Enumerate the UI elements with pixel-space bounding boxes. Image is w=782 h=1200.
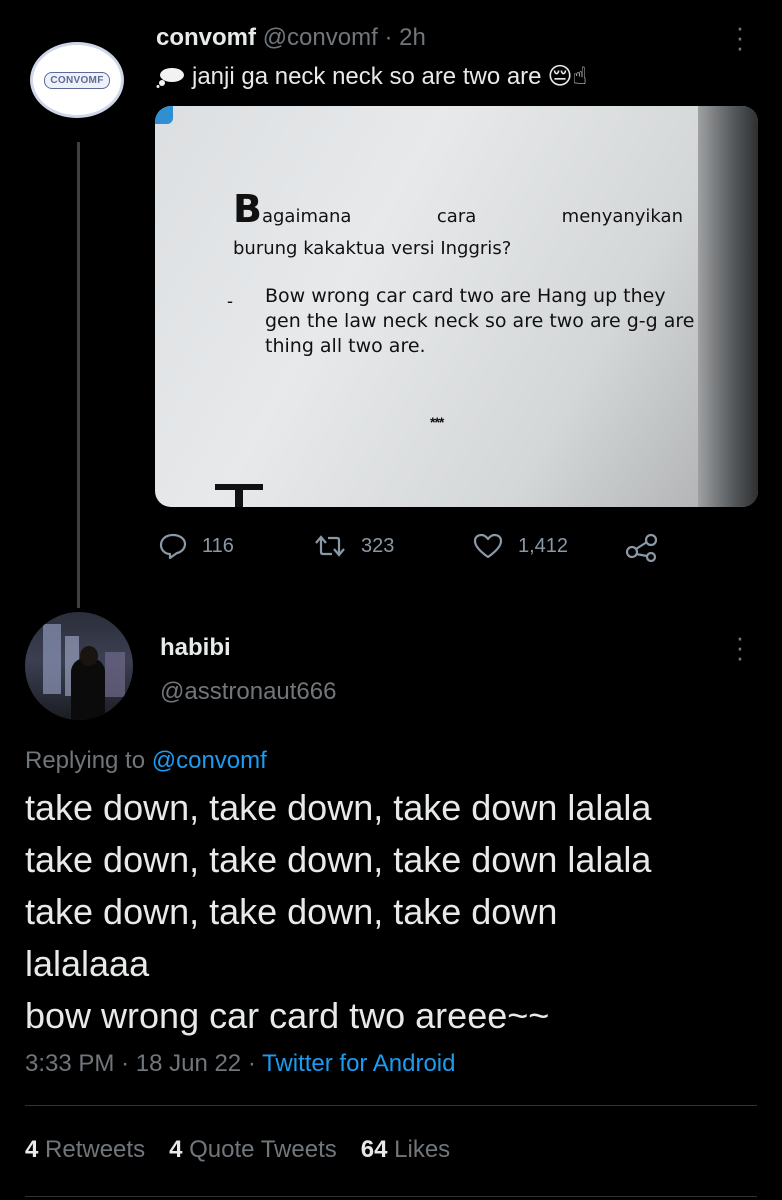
reply-text-line: take down, take down, take down lalala	[25, 787, 652, 828]
engagement-stats: 4 Retweets 4 Quote Tweets 64 Likes	[25, 1136, 450, 1164]
reply-count: 116	[202, 534, 234, 557]
book-heading-line2: burung kakaktua versi Inggris?	[233, 238, 512, 259]
parent-header: convomf @convomf · 2h	[156, 24, 426, 52]
replying-to-link[interactable]: @convomf	[152, 747, 267, 774]
book-heading-line1: Bagaimana cara menyanyikan	[233, 190, 683, 228]
like-count: 1,412	[518, 534, 569, 557]
quotes-label: Quote Tweets	[189, 1136, 337, 1163]
reply-text-line: lalalaaa	[25, 943, 150, 984]
tweet-time[interactable]: 3:33 PM	[25, 1050, 114, 1077]
reply-display-name[interactable]: habibi	[160, 634, 231, 662]
tweet-source-link[interactable]: Twitter for Android	[262, 1050, 455, 1077]
reply-icon	[159, 533, 187, 560]
book-bullet: -	[227, 291, 233, 311]
share-icon	[625, 533, 658, 562]
quotes-count: 4	[169, 1136, 183, 1163]
retweets-count: 4	[25, 1136, 39, 1163]
reply-text-line: bow wrong car card two areee~~	[25, 995, 550, 1036]
likes-label: Likes	[394, 1136, 451, 1163]
parent-tweet-text: janji ga neck neck so are two are 😔☝	[156, 62, 587, 91]
parent-display-name[interactable]: convomf	[156, 24, 256, 51]
reply-text-line: take down, take down, take down lalala	[25, 839, 652, 880]
more-options-icon[interactable]: · · ·	[734, 14, 746, 60]
photo-corner-tab	[155, 106, 173, 124]
tweet-metadata: 3:33 PM · 18 Jun 22 · Twitter for Androi…	[25, 1050, 455, 1078]
emoji-pensive-pointing-icon: 😔☝	[547, 63, 588, 90]
avatar-person-head	[80, 646, 98, 666]
book-answer-text: Bow wrong car card two are Hang up they …	[265, 285, 695, 357]
retweets-label: Retweets	[45, 1136, 146, 1163]
book-page-curve	[698, 106, 758, 507]
avatar-person	[71, 658, 105, 720]
reply-tweet-text: take down, take down, take down lalala t…	[25, 782, 765, 1042]
likes-stat[interactable]: 64 Likes	[361, 1136, 450, 1164]
reply-handle[interactable]: @asstronaut666	[160, 678, 336, 706]
reply-text-line: take down, take down, take down	[25, 891, 558, 932]
retweets-stat[interactable]: 4 Retweets	[25, 1136, 145, 1164]
book-heading-word2: cara	[436, 206, 477, 227]
replying-to-line: Replying to @convomf	[25, 747, 267, 775]
heart-icon	[473, 533, 503, 559]
more-options-icon[interactable]: · · ·	[734, 624, 746, 670]
share-button[interactable]	[624, 532, 660, 562]
book-heading-word1: agaimana	[261, 206, 352, 227]
avatar-logo-text: CONVOMF	[44, 71, 110, 89]
retweet-icon	[315, 535, 345, 557]
retweet-button[interactable]: 323	[313, 532, 394, 560]
replying-prefix: Replying to	[25, 747, 146, 774]
parent-avatar[interactable]: CONVOMF	[30, 42, 124, 118]
book-heading-word3: menyanyikan	[561, 206, 683, 227]
thought-bubble-icon	[156, 67, 184, 88]
parent-timestamp[interactable]: 2h	[399, 24, 426, 51]
avatar-building	[43, 624, 61, 694]
divider	[25, 1196, 757, 1197]
tweet-photo[interactable]: Bagaimana cara menyanyikan burung kakakt…	[155, 106, 758, 507]
thread-connector-line	[77, 142, 80, 608]
meta-separator: ·	[121, 1050, 130, 1077]
parent-text-body: janji ga neck neck so are two are	[192, 62, 542, 90]
quotes-stat[interactable]: 4 Quote Tweets	[169, 1136, 337, 1164]
header-separator: ·	[384, 24, 393, 51]
divider	[25, 1105, 757, 1106]
likes-count: 64	[360, 1136, 388, 1163]
reply-button[interactable]: 116	[158, 532, 234, 560]
tweet-date[interactable]: 18 Jun 22	[136, 1050, 241, 1077]
retweet-count: 323	[361, 534, 395, 557]
meta-separator: ·	[247, 1050, 256, 1077]
book-next-letter-stem	[235, 484, 243, 507]
book-heading-initial: B	[233, 187, 262, 231]
parent-handle[interactable]: @convomf	[263, 24, 378, 51]
avatar-building	[105, 652, 125, 697]
like-button[interactable]: 1,412	[472, 532, 568, 560]
book-asterisks: ***	[430, 414, 444, 430]
reply-avatar[interactable]	[25, 612, 133, 720]
